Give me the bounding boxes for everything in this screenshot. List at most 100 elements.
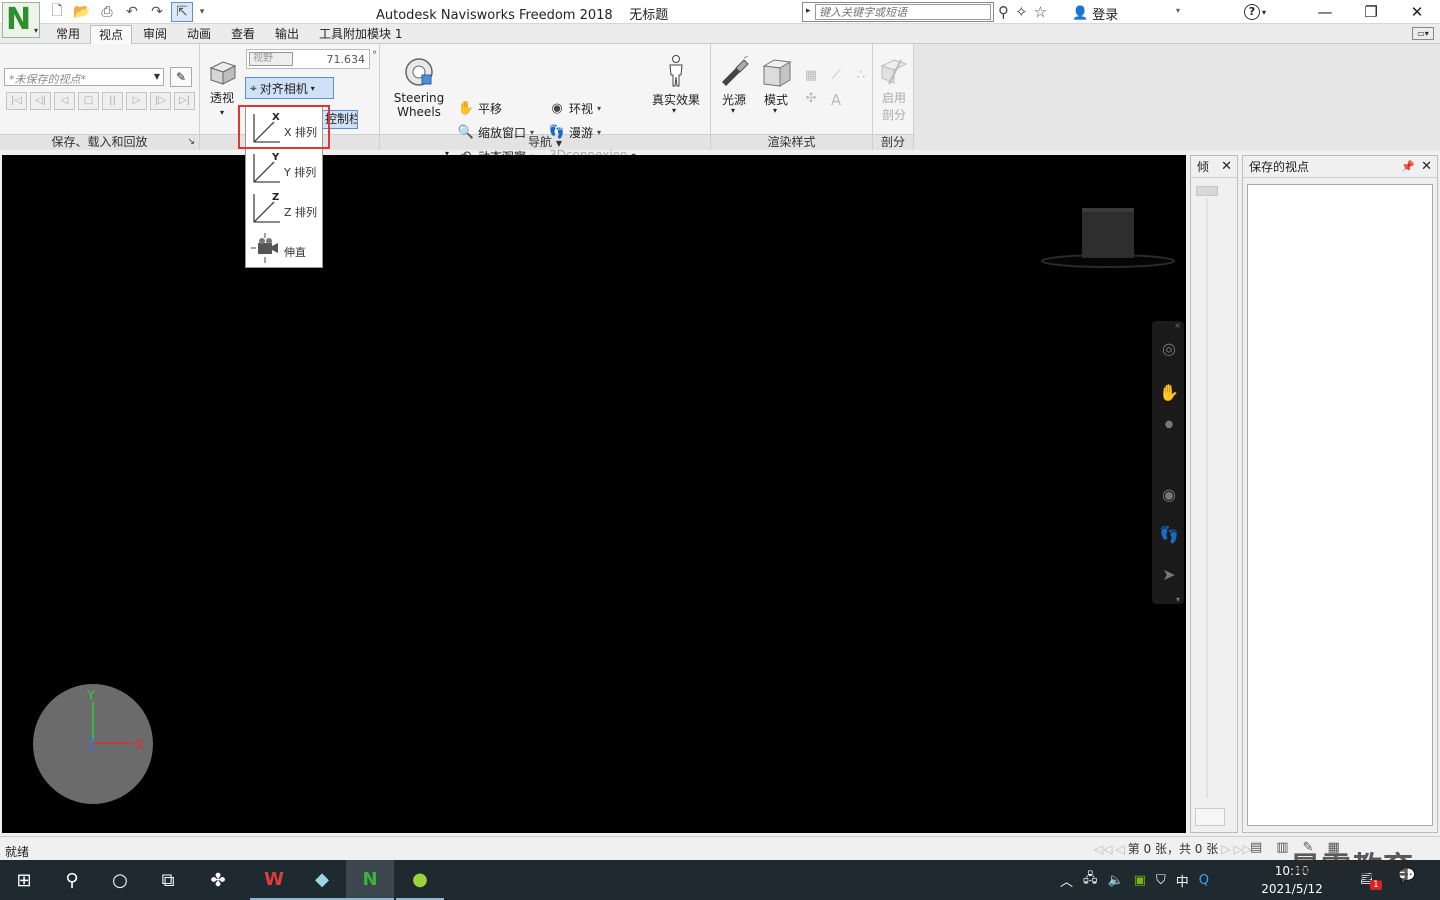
lines-icon[interactable]: ⟋ [825,68,847,88]
align-y-menu-item[interactable]: Y Y 排列 [246,148,322,188]
ime-indicator[interactable]: 中 [1176,871,1189,890]
tilt-slider-thumb[interactable] [1196,186,1218,196]
enable-sectioning-button[interactable]: 启用 剖分 [876,56,912,123]
navbar-close-icon[interactable]: × [1174,321,1181,330]
ribbon-minimize-icon[interactable]: ▭▾ [1412,27,1434,40]
play-reverse-icon[interactable]: ◁ [54,92,75,110]
volume-icon[interactable]: 🔈 [1108,873,1124,888]
print-icon[interactable]: ⎙ [96,2,118,22]
align-z-menu-item[interactable]: Z Z 排列 [246,188,322,228]
tab-viewpoint[interactable]: 视点 [90,25,133,44]
pan-button[interactable]: ✋ 平移 [458,100,502,117]
perspective-dropdown-icon[interactable]: ▾ [220,108,224,117]
go-to-start-icon[interactable]: |◁ [6,92,27,110]
search-expand-icon[interactable]: ▸ [806,6,811,16]
communication-icon[interactable]: ✧ [1015,3,1028,21]
points-icon[interactable]: ∴ [850,68,872,88]
tray-expand-icon[interactable]: ︿ [1060,871,1073,890]
navbar-customize-icon[interactable]: ▾ [1176,595,1180,604]
step-forward-icon[interactable]: |▷ [150,92,171,110]
3d-viewport[interactable]: Y Z X [2,155,1186,833]
favorites-star-icon[interactable]: ☆ [1034,3,1047,21]
navbar-zoom-icon[interactable]: ● [1158,413,1180,435]
restore-button[interactable]: ❐ [1348,0,1394,24]
stop-icon[interactable]: □ [78,92,99,110]
first-sheet-icon[interactable]: ◁◁ [1094,842,1112,856]
login-button[interactable]: 👤 登录 [1072,4,1118,23]
step-back-icon[interactable]: ◁| [30,92,51,110]
zoom-window-button[interactable]: 🔍 缩放窗口 ▾ [458,124,534,141]
close-icon[interactable]: ✕ [1221,156,1232,178]
save-viewpoint-icon[interactable]: ✎ [170,67,192,87]
new-file-icon[interactable]: 🗋 [46,2,68,22]
search-input[interactable] [815,4,991,20]
tilt-reset-box[interactable] [1195,808,1225,826]
tab-animation[interactable]: 动画 [179,25,219,44]
memory-icon[interactable]: ▥ [1276,840,1288,855]
search-icon[interactable]: ⚲ [48,860,96,900]
surfaces-icon[interactable]: ▦ [800,68,822,88]
start-windows-icon[interactable]: ⊞ [0,860,48,900]
saved-viewpoints-list[interactable] [1247,184,1433,826]
align-camera-button[interactable]: ⌖ 对齐相机 ▾ [245,77,334,99]
lighting-button[interactable]: 光源 [714,55,754,108]
login-dropdown-icon[interactable]: ▾ [1176,6,1180,15]
perspective-button[interactable]: 透视 [204,56,240,106]
navbar-walk-icon[interactable]: 👣 [1158,523,1180,545]
tab-review[interactable]: 审阅 [135,25,175,44]
tab-home[interactable]: 常用 [48,25,88,44]
file-manager-icon[interactable]: ◆ [298,860,346,900]
help-button[interactable]: ? ▾ [1244,3,1276,21]
navbar-steering-wheel-icon[interactable]: ◎ [1158,337,1180,359]
lighting-dropdown-icon[interactable]: ▾ [731,106,735,115]
navisworks-taskbar-icon[interactable]: N [346,860,394,900]
realism-button[interactable]: 真实效果 [650,54,702,108]
navbar-look-icon[interactable]: ◉ [1158,483,1180,505]
close-button[interactable]: ✕ [1394,0,1440,24]
steering-wheels-button[interactable]: Steering Wheels [390,56,448,119]
navbar-pan-icon[interactable]: ✋ [1158,381,1180,403]
application-menu-button[interactable]: N ▾ [2,2,40,38]
play-icon[interactable]: ▷ [126,92,147,110]
mode-dropdown-icon[interactable]: ▾ [773,106,777,115]
task-view-icon[interactable]: ⧉ [144,860,192,900]
tab-view[interactable]: 查看 [223,25,263,44]
walk-button[interactable]: 👣 漫游 ▾ [549,124,601,141]
undo-icon[interactable]: ↶ [121,2,143,22]
pause-icon[interactable]: || [102,92,123,110]
text-icon[interactable]: A [825,91,847,111]
previous-sheet-icon[interactable]: ◁ [1115,842,1124,856]
qat-dropdown-icon[interactable]: ▾ [196,2,208,22]
look-around-button[interactable]: ◉ 环视 ▾ [549,100,601,117]
minimize-button[interactable]: — [1302,0,1348,24]
straighten-menu-item[interactable]: 伸直 [246,228,322,268]
tab-output[interactable]: 输出 [267,25,307,44]
security-shield-icon[interactable]: ⛉ [1156,873,1166,888]
realism-dropdown-icon[interactable]: ▾ [672,106,676,115]
qq-icon[interactable]: Q [1199,873,1209,888]
pin-icon[interactable]: 📌 [1401,156,1415,178]
next-sheet-icon[interactable]: ▷ [1221,842,1230,856]
sheet-browser-icon[interactable]: ▤ [1250,840,1262,855]
field-of-view-value[interactable]: 71.634 [327,53,366,66]
pinwheel-app-icon[interactable]: ✤ [194,860,242,900]
viewpoint-select[interactable]: *未保存的视点* ▼ [4,68,164,86]
nvidia-icon[interactable]: ▣ [1134,873,1146,888]
panel-title-save[interactable]: 保存、载入和回放 ↘ [0,134,199,150]
binoculars-icon[interactable]: ⚲ [998,3,1009,21]
network-icon[interactable]: 🖧 [1083,869,1098,891]
open-file-icon[interactable]: 📂 [71,2,93,22]
select-cursor-icon[interactable]: ⇱ [171,2,193,22]
tilt-slider-track[interactable] [1206,198,1208,798]
panel-title-navigation[interactable]: 导航 ▼ [380,134,710,150]
redo-icon[interactable]: ↷ [146,2,168,22]
cortana-icon[interactable]: ○ [96,860,144,900]
go-to-end-icon[interactable]: ▷| [174,92,195,110]
mode-button[interactable]: 模式 [756,56,796,108]
close-icon[interactable]: ✕ [1421,156,1432,178]
snap-points-icon[interactable]: ✣ [800,91,822,111]
wps-office-icon[interactable]: W [250,860,298,900]
tab-tools-addins[interactable]: 工具附加模块 1 [311,25,410,44]
navbar-select-icon[interactable]: ➤ [1158,563,1180,585]
melon-app-icon[interactable]: ● [396,860,444,900]
